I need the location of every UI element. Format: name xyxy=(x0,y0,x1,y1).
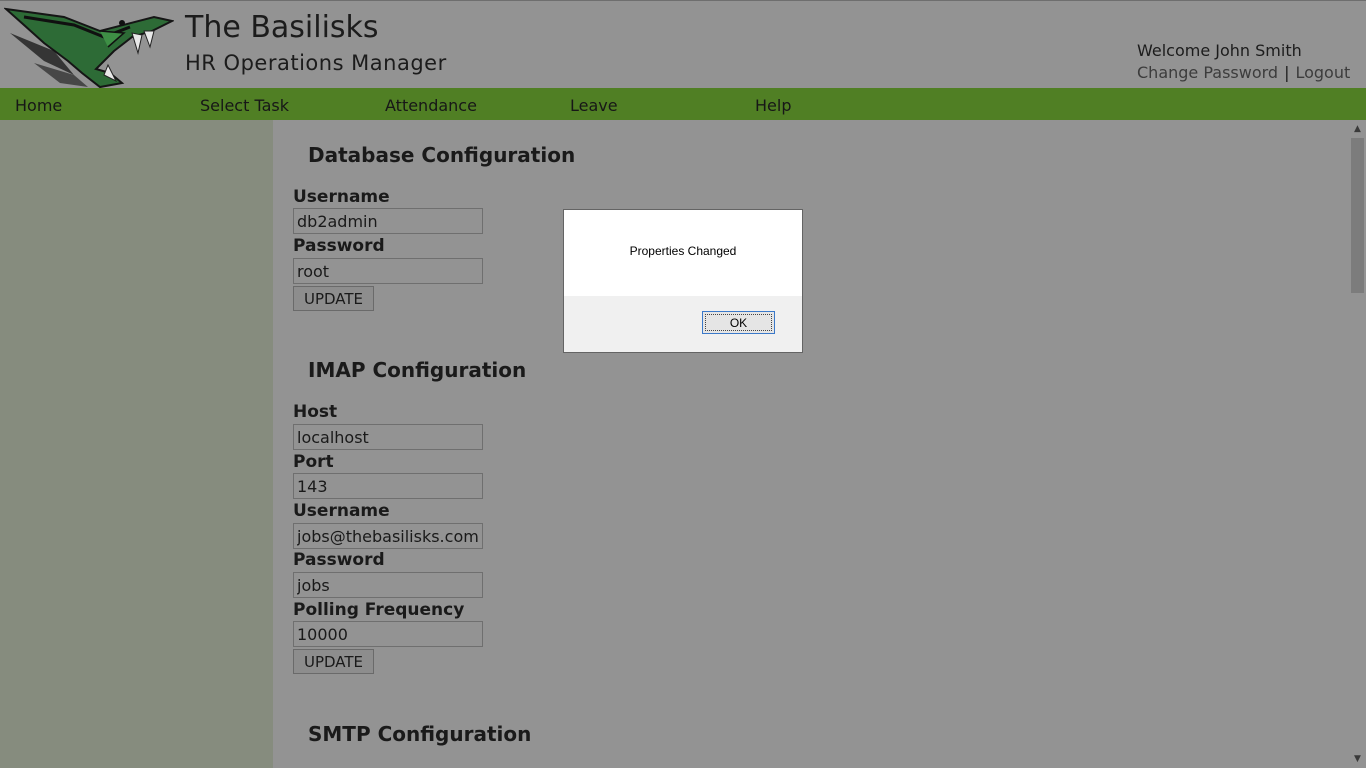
imap-host-input[interactable] xyxy=(293,424,483,450)
db-username-input[interactable] xyxy=(293,208,483,234)
scroll-down-arrow-icon[interactable]: ▼ xyxy=(1349,752,1366,766)
smtp-config-title: SMTP Configuration xyxy=(308,722,532,746)
imap-username-input[interactable] xyxy=(293,523,483,549)
logout-link[interactable]: Logout xyxy=(1295,63,1350,82)
db-password-input[interactable] xyxy=(293,258,483,284)
alert-footer: OK xyxy=(564,296,802,352)
imap-password-label: Password xyxy=(293,550,385,570)
db-username-label: Username xyxy=(293,187,390,207)
change-password-link[interactable]: Change Password xyxy=(1137,63,1278,82)
left-sidebar xyxy=(0,120,273,768)
imap-polling-label: Polling Frequency xyxy=(293,600,465,620)
database-config-title: Database Configuration xyxy=(308,143,576,167)
imap-host-label: Host xyxy=(293,402,338,422)
scroll-thumb[interactable] xyxy=(1351,138,1364,293)
app-subtitle: HR Operations Manager xyxy=(185,51,447,75)
imap-port-label: Port xyxy=(293,452,334,472)
alert-message: Properties Changed xyxy=(629,244,737,258)
scroll-up-arrow-icon[interactable]: ▲ xyxy=(1349,122,1366,136)
imap-config-title: IMAP Configuration xyxy=(308,358,527,382)
alert-dialog: Properties Changed OK xyxy=(563,209,803,353)
basilisk-logo-icon xyxy=(4,7,174,89)
imap-polling-input[interactable] xyxy=(293,621,483,647)
db-password-label: Password xyxy=(293,236,385,256)
imap-port-input[interactable] xyxy=(293,473,483,499)
nav-item-home[interactable]: Home xyxy=(15,96,62,115)
alert-ok-button[interactable]: OK xyxy=(702,311,775,334)
app-header: The Basilisks HR Operations Manager Welc… xyxy=(0,0,1366,89)
link-separator: | xyxy=(1284,63,1290,82)
imap-password-input[interactable] xyxy=(293,572,483,598)
imap-username-label: Username xyxy=(293,501,390,521)
main-nav: Home Select Task Attendance Leave Help xyxy=(0,88,1366,120)
nav-item-help[interactable]: Help xyxy=(755,96,791,115)
nav-item-attendance[interactable]: Attendance xyxy=(385,96,477,115)
imap-update-button[interactable]: UPDATE xyxy=(293,649,374,674)
nav-item-select-task[interactable]: Select Task xyxy=(200,96,289,115)
welcome-message: Welcome John Smith xyxy=(1137,41,1302,60)
db-update-button[interactable]: UPDATE xyxy=(293,286,374,311)
app-title: The Basilisks xyxy=(185,10,379,45)
page-scrollbar[interactable]: ▲ ▼ xyxy=(1349,120,1366,768)
user-links: Change Password | Logout xyxy=(1137,63,1350,82)
nav-item-leave[interactable]: Leave xyxy=(570,96,618,115)
